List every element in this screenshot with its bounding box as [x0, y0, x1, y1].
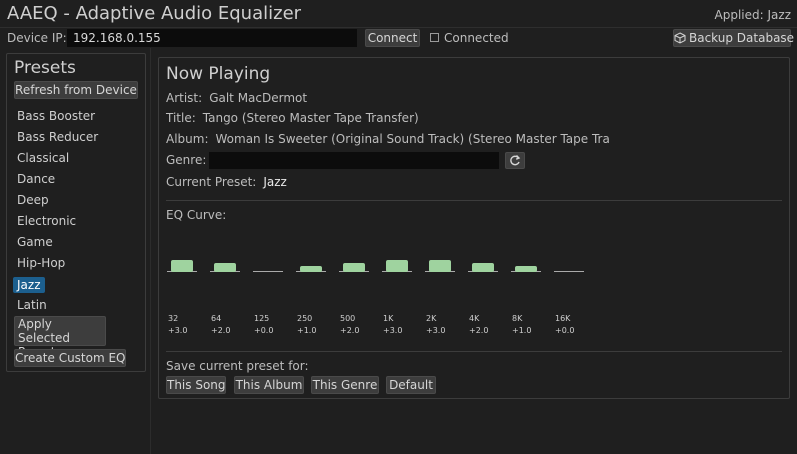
eq-gain-label: +2.0: [469, 326, 489, 335]
eq-curve-label: EQ Curve:: [166, 208, 227, 222]
eq-gain-label: +3.0: [383, 326, 403, 335]
eq-frequency-label: 1K: [383, 314, 394, 323]
eq-band: 125 +0.0: [247, 248, 287, 348]
preset-item[interactable]: Bass Booster: [17, 109, 95, 123]
now-playing-panel: Now Playing Artist: Galt MacDermot Title:…: [158, 57, 790, 399]
current-preset-label: Current Preset:: [166, 175, 257, 189]
artist-label: Artist:: [166, 91, 203, 105]
eq-gain-label: +1.0: [297, 326, 317, 335]
eq-band: 1K +3.0: [376, 248, 416, 348]
divider: [166, 351, 782, 352]
eq-bar: [214, 263, 236, 272]
artist-value: Galt MacDermot: [209, 91, 308, 105]
eq-band: 8K +1.0: [505, 248, 545, 348]
eq-zero-line: [253, 271, 283, 272]
current-preset-value: Jazz: [263, 175, 287, 189]
presets-title: Presets: [14, 58, 76, 78]
eq-gain-label: +1.0: [512, 326, 532, 335]
presets-panel: Presets Refresh from Device Bass Booster…: [6, 53, 146, 372]
backup-database-label: Backup Database: [689, 31, 795, 45]
package-icon: [674, 31, 689, 45]
preset-item[interactable]: Jazz: [13, 277, 45, 293]
eq-gain-label: +2.0: [340, 326, 360, 335]
eq-frequency-label: 8K: [512, 314, 523, 323]
save-for-this-genre-button[interactable]: This Genre: [311, 376, 379, 394]
preset-item[interactable]: Dance: [17, 172, 55, 186]
refresh-icon: [506, 155, 524, 171]
eq-bar: [515, 266, 537, 272]
save-for-this-album-button[interactable]: This Album: [234, 376, 304, 394]
eq-gain-label: +0.0: [254, 326, 274, 335]
genre-label: Genre:: [166, 153, 207, 167]
eq-band: 250 +1.0: [290, 248, 330, 348]
eq-curve: 32 +3.0 64 +2.0 125 +0.0 250 +1.0 500 +2.0 1K +3.0 2…: [159, 248, 791, 348]
genre-refresh-button[interactable]: [505, 152, 525, 169]
preset-item[interactable]: Classical: [17, 151, 69, 165]
eq-gain-label: +3.0: [426, 326, 446, 335]
title-bar: AAEQ - Adaptive Audio Equalizer Applied:…: [0, 0, 797, 28]
eq-bar: [300, 266, 322, 272]
title-row: Title: Tango (Stereo Master Tape Transfer…: [166, 111, 419, 125]
eq-bar: [171, 260, 193, 272]
eq-frequency-label: 4K: [469, 314, 480, 323]
connected-label: Connected: [444, 31, 509, 45]
applied-preset-status: Applied: Jazz: [714, 8, 791, 22]
title-value: Tango (Stereo Master Tape Transfer): [202, 111, 419, 125]
now-playing-title: Now Playing: [166, 64, 271, 84]
preset-item[interactable]: Electronic: [17, 214, 76, 228]
app-title: AAEQ - Adaptive Audio Equalizer: [7, 3, 302, 24]
preset-item[interactable]: Game: [17, 235, 53, 249]
eq-gain-label: +0.0: [555, 326, 575, 335]
eq-bar: [472, 263, 494, 272]
eq-bar: [429, 260, 451, 272]
save-preset-label: Save current preset for:: [166, 359, 309, 373]
device-ip-input[interactable]: [67, 29, 357, 47]
eq-gain-label: +3.0: [168, 326, 188, 335]
title-label: Title:: [166, 111, 196, 125]
eq-frequency-label: 16K: [555, 314, 571, 323]
backup-database-button[interactable]: Backup Database: [673, 29, 795, 47]
eq-band: 64 +2.0: [204, 248, 244, 348]
preset-item[interactable]: Latin: [17, 298, 47, 312]
apply-selected-preset-button[interactable]: Apply Selected Preset: [14, 316, 106, 359]
eq-gain-label: +2.0: [211, 326, 231, 335]
eq-frequency-label: 250: [297, 314, 313, 323]
artist-row: Artist: Galt MacDermot: [166, 91, 307, 105]
connect-button[interactable]: Connect: [365, 29, 420, 47]
eq-band: 4K +2.0: [462, 248, 502, 348]
album-value: Woman Is Sweeter (Original Sound Track) …: [215, 132, 610, 146]
album-row: Album: Woman Is Sweeter (Original Sound T…: [166, 132, 610, 146]
album-label: Album:: [166, 132, 209, 146]
preset-item[interactable]: Hip-Hop: [17, 256, 65, 270]
eq-band: 2K +3.0: [419, 248, 459, 348]
current-preset-row: Current Preset: Jazz: [166, 175, 287, 189]
refresh-from-device-button[interactable]: Refresh from Device: [14, 81, 138, 99]
device-bar: Device IP: Connect Connected Backup Data…: [0, 28, 797, 48]
eq-zero-line: [554, 271, 584, 272]
eq-frequency-label: 32: [168, 314, 179, 323]
eq-band: 16K +0.0: [548, 248, 588, 348]
eq-bar: [386, 260, 408, 272]
eq-frequency-label: 500: [340, 314, 356, 323]
genre-input[interactable]: [209, 152, 499, 169]
panel-divider[interactable]: [150, 48, 151, 454]
device-ip-label: Device IP:: [7, 31, 67, 45]
eq-bar: [343, 263, 365, 272]
connected-checkbox[interactable]: [430, 33, 439, 42]
eq-frequency-label: 125: [254, 314, 270, 323]
eq-band: 500 +2.0: [333, 248, 373, 348]
create-custom-eq-button[interactable]: Create Custom EQ: [14, 349, 126, 367]
save-for-this-song-button[interactable]: This Song: [166, 376, 226, 394]
eq-frequency-label: 2K: [426, 314, 437, 323]
divider: [166, 200, 782, 201]
eq-band: 32 +3.0: [161, 248, 201, 348]
save-for-default-button[interactable]: Default: [386, 376, 436, 394]
eq-frequency-label: 64: [211, 314, 222, 323]
preset-item[interactable]: Deep: [17, 193, 49, 207]
preset-item[interactable]: Bass Reducer: [17, 130, 98, 144]
